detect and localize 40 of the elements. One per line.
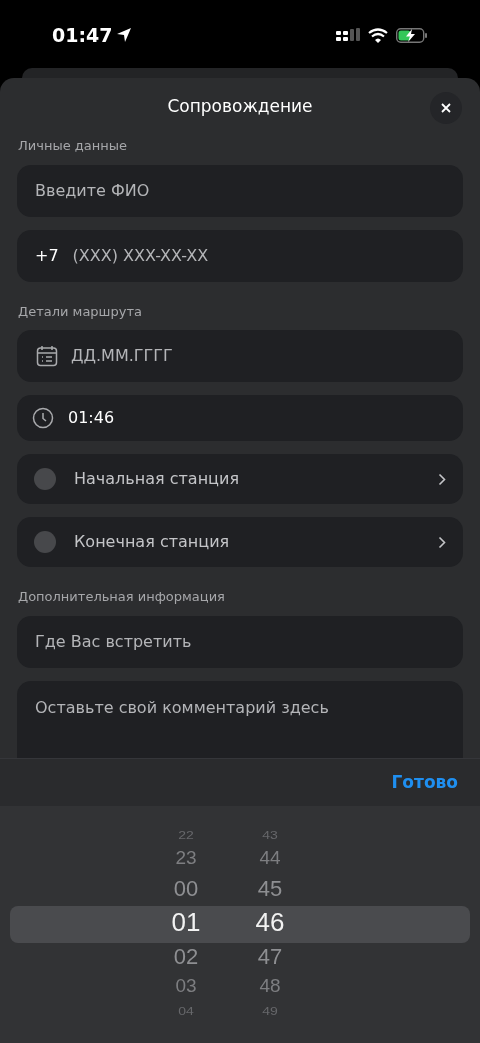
phone-prefix: +7 (35, 244, 59, 267)
picker-value[interactable]: 47 (257, 940, 283, 973)
picker-value[interactable]: 02 (173, 940, 199, 973)
location-arrow-icon (116, 27, 133, 43)
signal-icon (336, 28, 360, 42)
calendar-icon (36, 345, 58, 367)
station-label: Конечная станция (74, 531, 231, 553)
text-field[interactable]: Введите ФИО (17, 164, 463, 217)
picker-value[interactable]: 23 (175, 844, 197, 873)
section-label: Детали маршрута (18, 302, 143, 321)
station-field[interactable]: Конечная станция (17, 517, 463, 567)
comment-field[interactable]: Оставьте свой комментарий здесь (17, 680, 463, 761)
section-label: Дополнительная информация (18, 588, 226, 606)
station-field[interactable]: Начальная станция (17, 454, 463, 504)
done-button[interactable]: Готово (391, 769, 458, 796)
close-button[interactable] (430, 92, 462, 124)
battery-charging-icon (396, 27, 428, 43)
phone-field[interactable]: +7 (XXX) XXX-XX-XX (17, 229, 463, 282)
time-field[interactable]: 01:46 (17, 395, 463, 441)
status-time: 01:47 (52, 22, 113, 48)
picker-value[interactable]: 01 (171, 904, 201, 941)
picker-value[interactable]: 03 (175, 972, 197, 1001)
picker-value[interactable]: 46 (255, 904, 285, 941)
chevron-right-icon (438, 472, 446, 486)
clock-icon (32, 407, 54, 429)
date-field[interactable]: ДД.ММ.ГГГГ (17, 330, 463, 382)
sheet-title: Сопровождение (167, 95, 313, 119)
picker-value[interactable]: 44 (259, 844, 281, 873)
section-label: Личные данные (18, 137, 128, 155)
close-icon (441, 103, 451, 113)
text-field[interactable]: Где Вас встретить (17, 615, 463, 668)
picker-value[interactable]: 45 (257, 872, 283, 905)
picker-value[interactable]: 00 (173, 872, 199, 905)
wifi-icon (368, 27, 388, 43)
date-input[interactable]: ДД.ММ.ГГГГ (71, 344, 444, 368)
time-value: 01:46 (68, 407, 115, 429)
chevron-right-icon (438, 535, 446, 549)
picker-value[interactable]: 48 (259, 972, 281, 1001)
station-label: Начальная станция (74, 468, 241, 490)
phone-input[interactable]: (XXX) XXX-XX-XX (72, 243, 445, 268)
